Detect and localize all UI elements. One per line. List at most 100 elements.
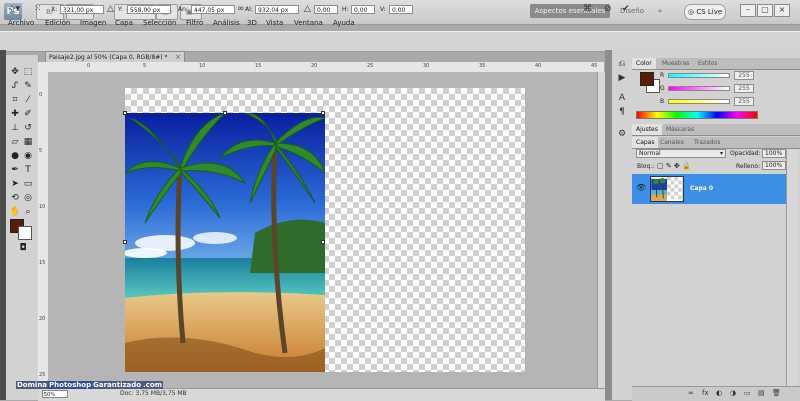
crop-tool-icon[interactable]: ⌗: [9, 94, 21, 106]
transform-handle-top-right[interactable]: [321, 111, 325, 115]
menu-item-4[interactable]: Selección: [143, 19, 176, 27]
eraser-tool-icon[interactable]: ▱: [9, 136, 21, 148]
layer-name[interactable]: Capa 0: [690, 185, 713, 192]
new-layer-icon[interactable]: ▤: [758, 387, 765, 399]
document-size-status[interactable]: Doc: 3,75 MB/3,75 MB: [120, 390, 187, 398]
tab-styles[interactable]: Estilos: [694, 58, 721, 69]
type-tool-icon[interactable]: T: [22, 164, 34, 176]
menu-item-8[interactable]: Vista: [266, 19, 283, 27]
gradient-tool-icon[interactable]: ▦: [22, 136, 34, 148]
layers-scrollbar[interactable]: [786, 150, 797, 386]
3d-orbit-tool-icon[interactable]: ◎: [22, 192, 34, 204]
move-tool-icon[interactable]: ✥: [9, 66, 21, 78]
minimize-button[interactable]: –: [740, 4, 756, 17]
trash-icon[interactable]: 🗑: [772, 387, 781, 399]
link-icon[interactable]: ∞: [237, 4, 245, 15]
3d-rotate-tool-icon[interactable]: ⟲: [9, 192, 21, 204]
document-tab[interactable]: Paisaje2.jpg al 50% (Capa 0, RGB/8#) * ×: [45, 51, 185, 62]
lasso-tool-icon[interactable]: ᔑ: [9, 80, 21, 92]
tab-adjustments[interactable]: Ajustes: [632, 124, 662, 135]
rotate-angle-field[interactable]: 0,00: [314, 5, 338, 14]
new-group-icon[interactable]: ▭: [744, 387, 751, 399]
clone-stamp-tool-icon[interactable]: ⊥: [9, 122, 21, 134]
tab-color[interactable]: Color: [632, 58, 656, 69]
opacity-field[interactable]: 100%: [762, 149, 786, 158]
link-layers-icon[interactable]: ∞: [688, 387, 694, 399]
red-slider[interactable]: [668, 73, 730, 78]
close-window-button[interactable]: ×: [774, 4, 790, 17]
transform-handle-left[interactable]: [123, 240, 127, 244]
add-mask-icon[interactable]: ◐: [716, 387, 722, 399]
menu-item-10[interactable]: Ayuda: [333, 19, 355, 27]
tab-channels[interactable]: Canales: [656, 137, 688, 148]
green-value-field[interactable]: 255: [734, 84, 754, 93]
dodge-tool-icon[interactable]: ◉: [22, 150, 34, 162]
red-value-field[interactable]: 255: [734, 71, 754, 80]
quick-mask-icon[interactable]: ◘: [14, 242, 32, 254]
adjustments-panel-tabs: Ajustes Máscaras: [632, 124, 800, 136]
menu-item-7[interactable]: 3D: [247, 19, 257, 27]
workspace-more-arrow[interactable]: »: [658, 4, 662, 18]
eyedropper-tool-icon[interactable]: ⁄: [22, 94, 34, 106]
shape-tool-icon[interactable]: ▭: [22, 178, 34, 190]
history-brush-tool-icon[interactable]: ↺: [22, 122, 34, 134]
fill-field[interactable]: 100%: [762, 161, 786, 170]
marquee-tool-icon[interactable]: ⬚: [22, 66, 34, 78]
reference-point-icon[interactable]: ⁙: [34, 4, 42, 15]
lock-icons[interactable]: ▢ ✎ ✥ 🔒: [657, 162, 691, 170]
menu-item-6[interactable]: Análisis: [213, 19, 240, 27]
beach-palm-photo[interactable]: [125, 113, 325, 372]
commit-transform-icon[interactable]: ✔: [622, 4, 630, 15]
transform-tool-icon[interactable]: ⊹▾: [8, 4, 20, 15]
menu-item-5[interactable]: Filtro: [186, 19, 203, 27]
tab-swatches[interactable]: Muestras: [658, 58, 693, 69]
actions-panel-icon[interactable]: ▶: [616, 72, 628, 84]
tab-masks[interactable]: Máscaras: [662, 124, 698, 135]
warp-mode-icon[interactable]: ⌘: [583, 4, 592, 15]
tab-layers[interactable]: Capas: [632, 137, 659, 148]
blue-value-field[interactable]: 255: [734, 97, 754, 106]
blend-mode-select[interactable]: Normal ▾: [636, 149, 726, 158]
horizontal-skew-field[interactable]: 0,00: [351, 5, 375, 14]
x-position-field[interactable]: 321,00 px: [60, 5, 104, 14]
visibility-eye-icon[interactable]: 👁: [636, 183, 646, 192]
workspace-essentials-button[interactable]: Aspectos esenciales: [530, 4, 610, 18]
history-panel-icon[interactable]: ⎌: [616, 58, 628, 70]
brush-tool-icon[interactable]: ✐: [22, 108, 34, 120]
cancel-transform-icon[interactable]: ⊘: [604, 4, 612, 15]
character-panel-icon[interactable]: A: [616, 92, 628, 104]
healing-brush-tool-icon[interactable]: ✚: [9, 108, 21, 120]
menu-item-3[interactable]: Capa: [115, 19, 133, 27]
adjustment-layer-icon[interactable]: ◑: [730, 387, 736, 399]
relative-position-icon[interactable]: △: [107, 4, 114, 15]
quick-selection-tool-icon[interactable]: ✎: [22, 80, 34, 92]
foreground-color-front[interactable]: [10, 219, 22, 231]
path-selection-tool-icon[interactable]: ➤: [9, 178, 21, 190]
y-position-field[interactable]: 558,00 px: [127, 5, 171, 14]
menu-item-1[interactable]: Edición: [45, 19, 70, 27]
layer-style-icon[interactable]: fx: [702, 387, 709, 399]
tool-presets-icon[interactable]: ⚙: [616, 128, 628, 140]
color-spectrum-bar[interactable]: [636, 111, 758, 119]
color-panel-foreground-front[interactable]: [640, 72, 654, 86]
transform-handle-top-left[interactable]: [123, 111, 127, 115]
pen-tool-icon[interactable]: ✒: [9, 164, 21, 176]
vertical-skew-field[interactable]: 0,00: [389, 5, 413, 14]
paragraph-panel-icon[interactable]: ¶: [616, 106, 628, 118]
transform-handle-top[interactable]: [223, 111, 227, 115]
tab-paths[interactable]: Trazados: [690, 137, 724, 148]
cs-live-button[interactable]: ◎ CS Live: [684, 4, 727, 20]
menu-item-0[interactable]: Archivo: [8, 19, 34, 27]
height-field[interactable]: 932,04 px: [255, 5, 299, 14]
status-zoom-field[interactable]: 50%: [42, 390, 68, 398]
green-slider[interactable]: [668, 86, 730, 91]
blue-slider[interactable]: [668, 99, 730, 104]
width-field[interactable]: 447,05 px: [191, 5, 235, 14]
hand-tool-icon[interactable]: ✋: [9, 206, 21, 218]
blur-tool-icon[interactable]: ●: [9, 150, 21, 162]
maximize-button[interactable]: ▢: [757, 4, 773, 17]
menu-item-2[interactable]: Imagen: [80, 19, 106, 27]
menu-item-9[interactable]: Ventana: [294, 19, 323, 27]
zoom-tool-icon[interactable]: ⌕: [22, 206, 34, 218]
transform-handle-right[interactable]: [321, 240, 325, 244]
